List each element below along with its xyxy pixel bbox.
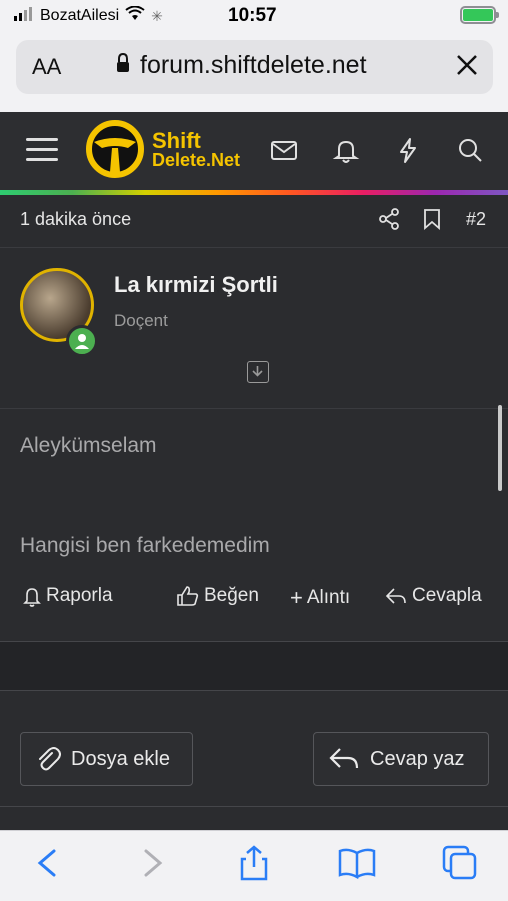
scrollbar[interactable] [498,405,502,491]
thumbs-up-icon [177,586,199,606]
message-line-2: Hangisi ben farkedemedim [20,534,270,557]
bookmark-icon[interactable] [422,208,442,235]
reader-options-button[interactable]: AA [32,54,61,80]
plus-icon: + [290,585,303,610]
mail-icon[interactable] [270,136,298,164]
divider [0,806,508,807]
reply-label: Cevapla [412,585,482,606]
battery-icon [460,6,499,24]
back-icon[interactable] [30,845,66,881]
reply-arrow-icon [329,748,359,769]
status-bar: BozatAilesi ✳ 10:57 [0,0,508,34]
search-icon[interactable] [456,136,484,164]
divider [0,408,508,409]
forward-icon[interactable] [134,845,170,881]
report-button[interactable]: Raporla [22,585,113,607]
user-role: Doçent [114,311,168,330]
message-line-1: Aleykümselam [20,434,157,457]
quote-button[interactable]: + Alıntı [290,585,350,611]
url-text: forum.shiftdelete.net [140,51,367,79]
logo-line-2: Delete.Net [152,150,241,170]
write-reply-button[interactable]: Cevap yaz [313,732,489,786]
lock-icon [116,51,130,80]
attach-file-label: Dosya ekle [71,747,170,770]
write-reply-label: Cevap yaz [370,747,465,770]
quote-label: Alıntı [306,587,351,608]
share-icon[interactable] [236,845,272,881]
carrier-name: BozatAilesi [40,7,120,24]
like-button[interactable]: Beğen [176,585,259,607]
browser-address-area: AA forum.shiftdelete.net [0,34,508,128]
clock: 10:57 [228,5,277,26]
divider [0,690,508,691]
spacer-band [0,642,508,690]
carrier-info: BozatAilesi ✳ [14,5,163,26]
menu-icon[interactable] [26,138,58,162]
bell-icon[interactable] [332,136,360,164]
username[interactable]: La kırmizi Şortli [114,272,278,298]
url-display[interactable]: forum.shiftdelete.net [116,51,367,80]
message-pointer [40,394,72,408]
attach-file-button[interactable]: Dosya ekle [20,732,193,786]
bell-outline-icon [23,588,41,607]
post-meta: 1 dakika önce #2 [0,195,508,248]
reply-arrow-icon [385,588,406,604]
post-time[interactable]: 1 dakika önce [20,209,131,230]
reply-button[interactable]: Cevapla [384,585,482,607]
post-number[interactable]: #2 [466,209,486,230]
report-label: Raporla [46,585,113,606]
tabs-icon[interactable] [442,845,478,881]
site-header [0,112,508,190]
address-bar[interactable]: AA forum.shiftdelete.net [16,40,493,94]
lightning-icon[interactable] [394,136,422,164]
post-actions: Raporla Beğen + Alıntı Cevapla [0,585,508,619]
online-status-icon [66,325,98,357]
share-icon[interactable] [378,208,400,235]
signal-icon [14,6,34,26]
site-logo[interactable]: Shift Delete.Net [84,120,254,180]
logo-emblem-icon [86,120,144,178]
bookmarks-icon[interactable] [338,845,376,881]
activity-spinner-icon: ✳ [151,7,163,24]
close-icon[interactable] [454,52,480,78]
like-label: Beğen [204,585,259,606]
expand-icon[interactable] [247,361,269,383]
wifi-icon [125,5,145,26]
paperclip-icon [39,747,61,771]
